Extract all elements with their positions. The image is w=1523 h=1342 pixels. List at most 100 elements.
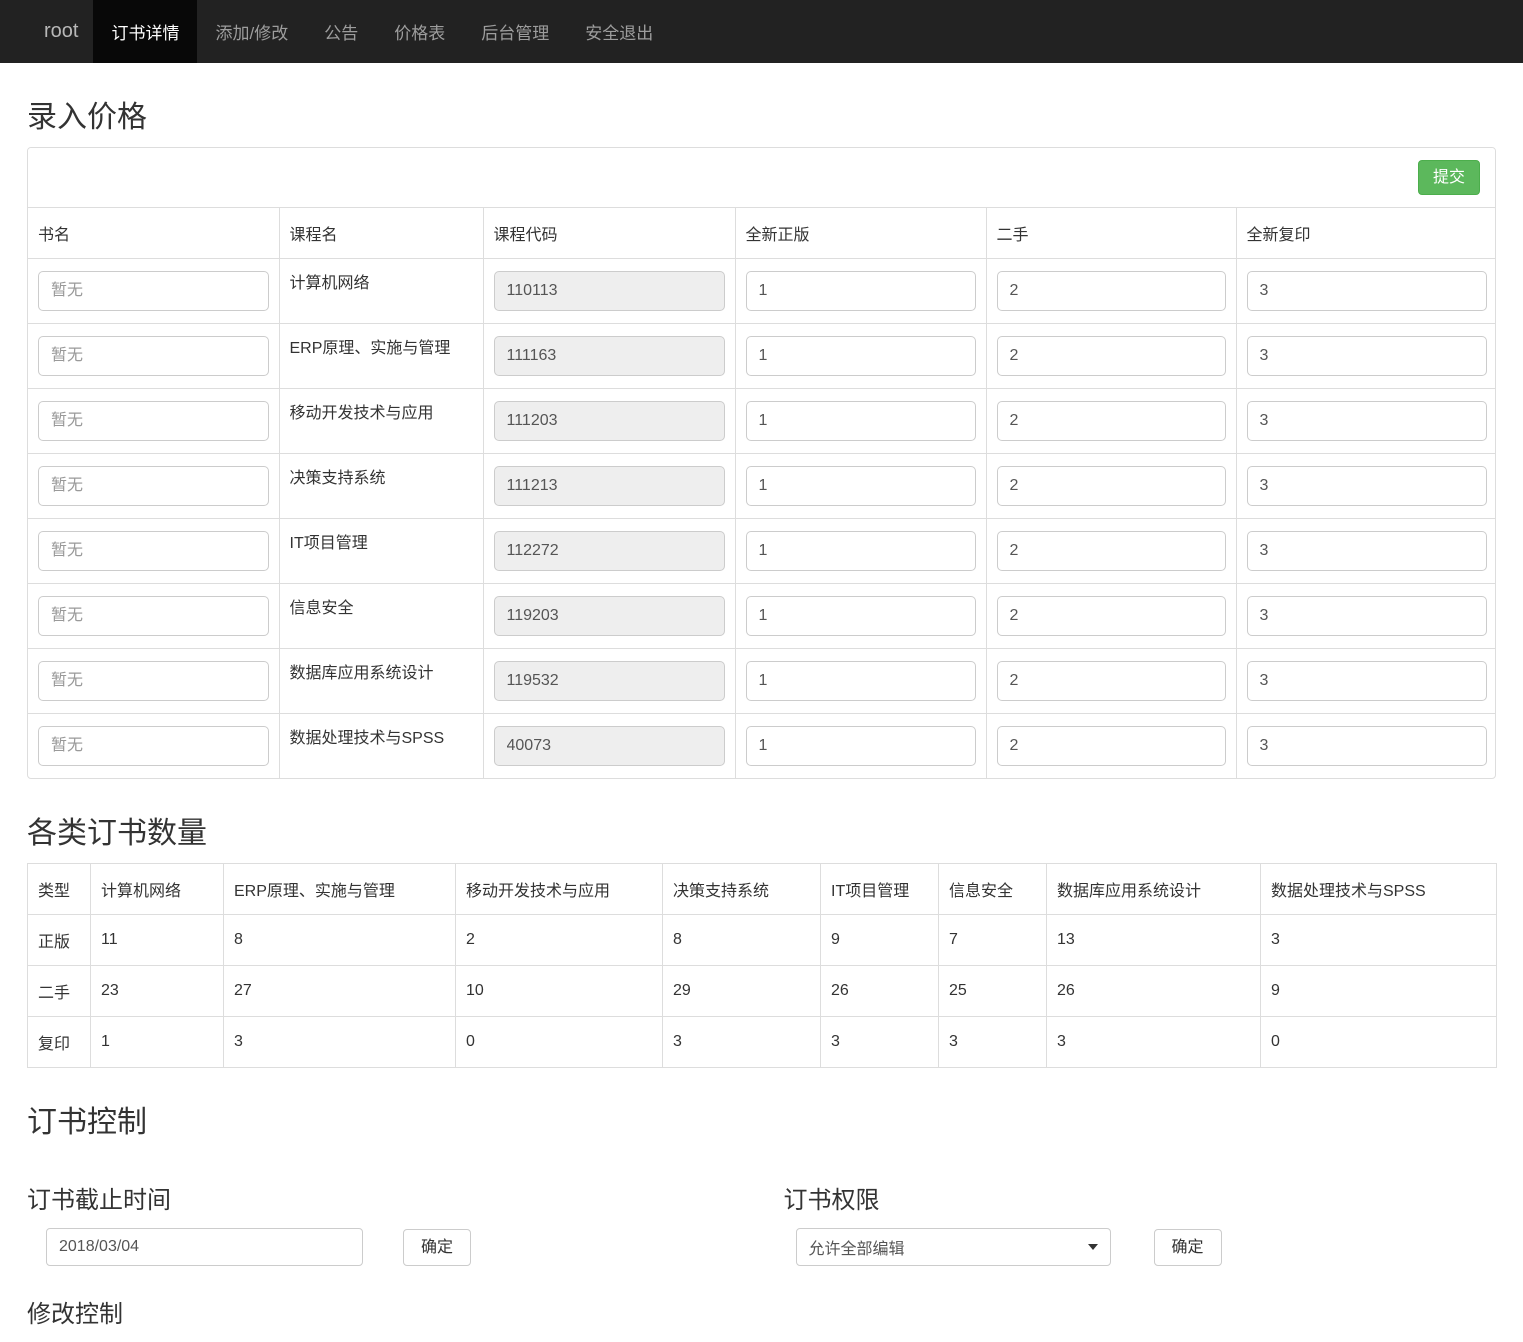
new-genuine-price-input[interactable]	[746, 466, 976, 506]
qty-value-cell: 7	[939, 915, 1047, 966]
new-genuine-price-input[interactable]	[746, 726, 976, 766]
book-name-input[interactable]	[38, 401, 269, 441]
qty-value-cell: 11	[91, 915, 224, 966]
modify-control-label: 修改控制	[27, 1294, 762, 1329]
price-table-row: ERP原理、实施与管理	[28, 324, 1496, 389]
course-code-input	[494, 466, 725, 506]
qty-value-cell: 9	[821, 915, 939, 966]
course-code-input	[494, 596, 725, 636]
used-price-input[interactable]	[997, 466, 1226, 506]
permission-label: 订书权限	[784, 1180, 1497, 1215]
qty-value-cell: 3	[1047, 1017, 1261, 1068]
new-copy-price-input[interactable]	[1247, 596, 1488, 636]
book-name-input[interactable]	[38, 661, 269, 701]
nav-item-order-details[interactable]: 订书详情	[93, 0, 197, 63]
quantity-table-header-row: 类型计算机网络ERP原理、实施与管理移动开发技术与应用决策支持系统IT项目管理信…	[28, 864, 1497, 915]
nav-item-announcement[interactable]: 公告	[306, 0, 376, 63]
deadline-form-row: 确定	[46, 1228, 762, 1266]
qty-value-cell: 3	[663, 1017, 821, 1068]
book-name-input[interactable]	[38, 336, 269, 376]
nav-item-price-list[interactable]: 价格表	[376, 0, 463, 63]
permission-column: 订书权限 允许全部编辑 确定	[762, 1152, 1497, 1342]
used-price-input[interactable]	[997, 661, 1226, 701]
col-header-new-genuine: 全新正版	[735, 208, 986, 259]
new-copy-price-input[interactable]	[1247, 661, 1488, 701]
deadline-date-input[interactable]	[46, 1228, 363, 1266]
qty-value-cell: 25	[939, 966, 1047, 1017]
book-name-input[interactable]	[38, 466, 269, 506]
used-price-input[interactable]	[997, 401, 1226, 441]
qty-row-label: 复印	[28, 1017, 91, 1068]
qty-value-cell: 2	[456, 915, 663, 966]
new-genuine-price-input[interactable]	[746, 271, 976, 311]
quantity-table-row: 复印13033330	[28, 1017, 1497, 1068]
qty-value-cell: 26	[821, 966, 939, 1017]
course-code-input	[494, 401, 725, 441]
deadline-confirm-button[interactable]: 确定	[403, 1229, 471, 1266]
col-header-course-code: 课程代码	[483, 208, 735, 259]
qty-col-header: 计算机网络	[91, 864, 224, 915]
new-copy-price-input[interactable]	[1247, 336, 1488, 376]
course-code-input	[494, 531, 725, 571]
new-genuine-price-input[interactable]	[746, 401, 976, 441]
new-copy-price-input[interactable]	[1247, 271, 1488, 311]
qty-value-cell: 3	[821, 1017, 939, 1068]
col-header-course-name: 课程名	[279, 208, 483, 259]
book-name-input[interactable]	[38, 726, 269, 766]
qty-col-header: 信息安全	[939, 864, 1047, 915]
price-entry-panel: 提交 书名 课程名 课程代码 全新正版 二手 全新复印 计算机网络	[27, 147, 1496, 779]
quantity-table: 类型计算机网络ERP原理、实施与管理移动开发技术与应用决策支持系统IT项目管理信…	[27, 863, 1497, 1068]
qty-value-cell: 13	[1047, 915, 1261, 966]
navbar-menu: 订书详情 添加/修改 公告 价格表 后台管理 安全退出	[93, 0, 671, 63]
used-price-input[interactable]	[997, 336, 1226, 376]
new-genuine-price-input[interactable]	[746, 531, 976, 571]
qty-value-cell: 10	[456, 966, 663, 1017]
qty-value-cell: 0	[456, 1017, 663, 1068]
qty-row-label: 正版	[28, 915, 91, 966]
col-header-used: 二手	[986, 208, 1236, 259]
book-name-input[interactable]	[38, 531, 269, 571]
quantity-title: 各类订书数量	[27, 808, 1496, 852]
new-copy-price-input[interactable]	[1247, 531, 1488, 571]
price-table-row: IT项目管理	[28, 519, 1496, 584]
qty-value-cell: 26	[1047, 966, 1261, 1017]
used-price-input[interactable]	[997, 596, 1226, 636]
qty-col-header: IT项目管理	[821, 864, 939, 915]
book-name-input[interactable]	[38, 596, 269, 636]
col-header-book-name: 书名	[28, 208, 279, 259]
new-genuine-price-input[interactable]	[746, 336, 976, 376]
used-price-input[interactable]	[997, 726, 1226, 766]
col-header-new-copy: 全新复印	[1236, 208, 1496, 259]
qty-value-cell: 3	[939, 1017, 1047, 1068]
qty-value-cell: 3	[224, 1017, 456, 1068]
course-name-cell: 决策支持系统	[279, 454, 483, 519]
new-copy-price-input[interactable]	[1247, 401, 1488, 441]
new-copy-price-input[interactable]	[1247, 726, 1488, 766]
deadline-label: 订书截止时间	[27, 1180, 762, 1215]
course-name-cell: 移动开发技术与应用	[279, 389, 483, 454]
qty-value-cell: 8	[663, 915, 821, 966]
used-price-input[interactable]	[997, 531, 1226, 571]
qty-value-cell: 8	[224, 915, 456, 966]
new-genuine-price-input[interactable]	[746, 596, 976, 636]
price-table-row: 计算机网络	[28, 259, 1496, 324]
navbar-brand[interactable]: root	[29, 0, 93, 63]
new-genuine-price-input[interactable]	[746, 661, 976, 701]
navbar: root 订书详情 添加/修改 公告 价格表 后台管理 安全退出	[0, 0, 1523, 63]
permission-select[interactable]: 允许全部编辑	[796, 1228, 1111, 1266]
course-code-input	[494, 271, 725, 311]
permission-confirm-button[interactable]: 确定	[1154, 1229, 1222, 1266]
price-table-row: 信息安全	[28, 584, 1496, 649]
qty-value-cell: 29	[663, 966, 821, 1017]
new-copy-price-input[interactable]	[1247, 466, 1488, 506]
price-table-row: 移动开发技术与应用	[28, 389, 1496, 454]
nav-item-logout[interactable]: 安全退出	[567, 0, 671, 63]
used-price-input[interactable]	[997, 271, 1226, 311]
book-name-input[interactable]	[38, 271, 269, 311]
nav-item-admin[interactable]: 后台管理	[463, 0, 567, 63]
course-code-input	[494, 661, 725, 701]
submit-button[interactable]: 提交	[1418, 160, 1480, 195]
nav-item-add-modify[interactable]: 添加/修改	[197, 0, 306, 63]
price-table-row: 数据处理技术与SPSS	[28, 714, 1496, 779]
order-control-title: 订书控制	[27, 1097, 1496, 1141]
